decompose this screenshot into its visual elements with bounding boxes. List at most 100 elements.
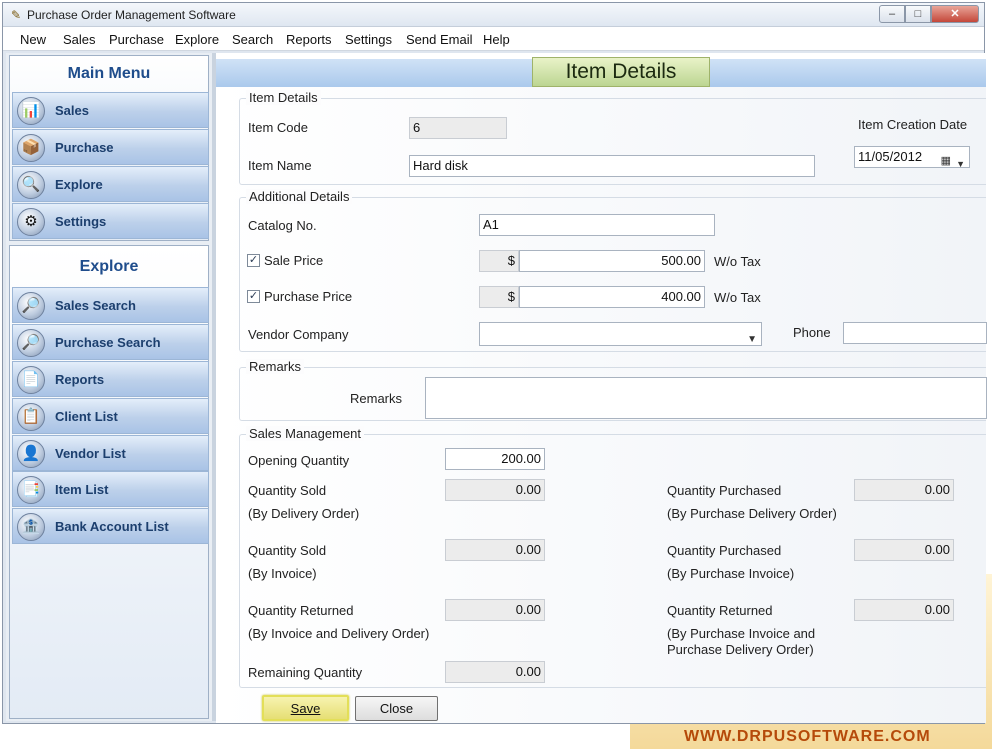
nav-reports[interactable]: 📄 Reports [12, 361, 209, 397]
remaining-qty-label: Remaining Quantity [248, 665, 363, 680]
item-name-label: Item Name [248, 158, 312, 173]
nav-label: Explore [55, 177, 103, 192]
creation-date-value: 11/05/2012 [858, 149, 923, 164]
qty-sold-invoice-field: 0.00 [445, 539, 545, 561]
item-code-label: Item Code [248, 120, 308, 135]
sales-management-group: Sales Management Opening Quantity 200.00… [239, 426, 986, 688]
sale-tax-label: W/o Tax [714, 254, 761, 269]
creation-date-picker[interactable]: 11/05/2012 ▦ ▼ [854, 146, 970, 168]
vendor-dropdown[interactable]: ▼ [479, 322, 762, 346]
main-menu-panel: Main Menu 📊 Sales 📦 Purchase 🔍 Explore ⚙… [9, 55, 209, 241]
menu-settings[interactable]: Settings [345, 32, 392, 47]
menu-sales[interactable]: Sales [63, 32, 96, 47]
chevron-down-icon[interactable]: ▼ [747, 330, 757, 345]
catalog-input[interactable]: A1 [479, 214, 715, 236]
nav-label: Item List [55, 482, 109, 497]
sales-chart-icon: 📊 [17, 97, 45, 125]
nav-sales-search[interactable]: 🔎 Sales Search [12, 287, 209, 323]
nav-vendor-list[interactable]: 👤 Vendor List [12, 435, 209, 471]
nav-label: Sales Search [55, 298, 136, 313]
close-window-button[interactable]: ✕ [931, 5, 979, 23]
sale-currency: $ [479, 250, 519, 272]
nav-explore[interactable]: 🔍 Explore [12, 166, 209, 202]
sidebar: Main Menu 📊 Sales 📦 Purchase 🔍 Explore ⚙… [6, 53, 212, 721]
opening-qty-label: Opening Quantity [248, 453, 350, 468]
additional-details-group: Additional Details Catalog No. A1 ✓ Sale… [239, 189, 987, 352]
nav-sales[interactable]: 📊 Sales [12, 92, 209, 128]
nav-label: Client List [55, 409, 118, 424]
nav-label: Vendor List [55, 446, 126, 461]
qty-purchase-returned-field: 0.00 [854, 599, 954, 621]
menu-send-email[interactable]: Send Email [406, 32, 472, 47]
nav-purchase[interactable]: 📦 Purchase [12, 129, 209, 165]
vendor-label: Vendor Company [248, 327, 349, 342]
qty-sold-delivery-field: 0.00 [445, 479, 545, 501]
content-area: Item Details Item Details Item Code 6 It… [216, 53, 987, 723]
sales-search-icon: 🔎 [17, 292, 45, 320]
purchase-price-checkbox[interactable]: ✓ [247, 290, 260, 303]
nav-settings[interactable]: ⚙ Settings [12, 203, 209, 239]
chevron-down-icon[interactable]: ▼ [956, 154, 965, 167]
phone-input[interactable] [843, 322, 987, 344]
menu-help[interactable]: Help [483, 32, 510, 47]
remarks-input[interactable] [425, 377, 987, 419]
menu-bar: New Sales Purchase Explore Search Report… [3, 27, 984, 51]
reports-icon: 📄 [17, 366, 45, 394]
menu-new[interactable]: New [20, 32, 46, 47]
group-title: Remarks [246, 359, 305, 374]
main-menu-title: Main Menu [67, 65, 151, 82]
qty-purchase-returned-label: Quantity Returned [667, 603, 773, 618]
settings-gear-icon: ⚙ [17, 208, 45, 236]
qty-returned-label: Quantity Returned [248, 603, 354, 618]
maximize-button[interactable]: □ [905, 5, 931, 23]
menu-reports[interactable]: Reports [286, 32, 332, 47]
remaining-qty-field: 0.00 [445, 661, 545, 683]
group-title: Item Details [246, 90, 321, 105]
catalog-label: Catalog No. [248, 218, 317, 233]
close-button[interactable]: Close [355, 696, 438, 721]
menu-explore[interactable]: Explore [175, 32, 219, 47]
creation-date-label: Item Creation Date [858, 117, 968, 132]
qty-purchased-invoice-label: Quantity Purchased [667, 543, 782, 558]
item-list-icon: 📑 [17, 476, 45, 504]
qty-purchased-delivery-sub: (By Purchase Delivery Order) [667, 506, 837, 521]
qty-sold-invoice-label: Quantity Sold [248, 543, 327, 558]
title-bar: ✎ Purchase Order Management Software – □… [3, 3, 984, 27]
purchase-price-label: Purchase Price [264, 289, 353, 304]
qty-sold-delivery-label: Quantity Sold [248, 483, 327, 498]
app-icon: ✎ [10, 8, 22, 22]
purchase-price-input[interactable]: 400.00 [519, 286, 705, 308]
nav-purchase-search[interactable]: 🔎 Purchase Search [12, 324, 209, 360]
remarks-group: Remarks Remarks [239, 359, 987, 421]
nav-bank-account-list[interactable]: 🏦 Bank Account List [12, 508, 209, 544]
qty-purchased-delivery-label: Quantity Purchased [667, 483, 782, 498]
bank-icon: 🏦 [17, 513, 45, 541]
calendar-icon[interactable]: ▦ [941, 151, 951, 167]
menu-purchase[interactable]: Purchase [109, 32, 164, 47]
save-button-label: Save [290, 701, 321, 716]
qty-returned-field: 0.00 [445, 599, 545, 621]
brand-url: WWW.DRPUSOFTWARE.COM [684, 728, 931, 745]
item-name-input[interactable]: Hard disk [409, 155, 815, 177]
nav-label: Purchase Search [55, 335, 161, 350]
nav-label: Sales [55, 103, 89, 118]
qty-sold-delivery-sub: (By Delivery Order) [248, 506, 360, 521]
explore-icon: 🔍 [17, 171, 45, 199]
sale-price-input[interactable]: 500.00 [519, 250, 705, 272]
app-window: ✎ Purchase Order Management Software – □… [2, 2, 987, 724]
qty-purchase-returned-sub: Purchase Delivery Order) [667, 642, 814, 657]
qty-sold-invoice-sub: (By Invoice) [248, 566, 317, 581]
item-form: Item Details Item Code 6 Item Creation D… [216, 87, 987, 723]
client-list-icon: 📋 [17, 403, 45, 431]
menu-search[interactable]: Search [232, 32, 273, 47]
nav-label: Bank Account List [55, 519, 169, 534]
nav-client-list[interactable]: 📋 Client List [12, 398, 209, 434]
item-code-field: 6 [409, 117, 507, 139]
opening-qty-input[interactable]: 200.00 [445, 448, 545, 470]
save-button[interactable]: Save [262, 695, 349, 721]
group-title: Sales Management [246, 426, 365, 441]
sale-price-checkbox[interactable]: ✓ [247, 254, 260, 267]
minimize-button[interactable]: – [879, 5, 905, 23]
qty-purchased-delivery-field: 0.00 [854, 479, 954, 501]
nav-item-list[interactable]: 📑 Item List [12, 471, 209, 507]
